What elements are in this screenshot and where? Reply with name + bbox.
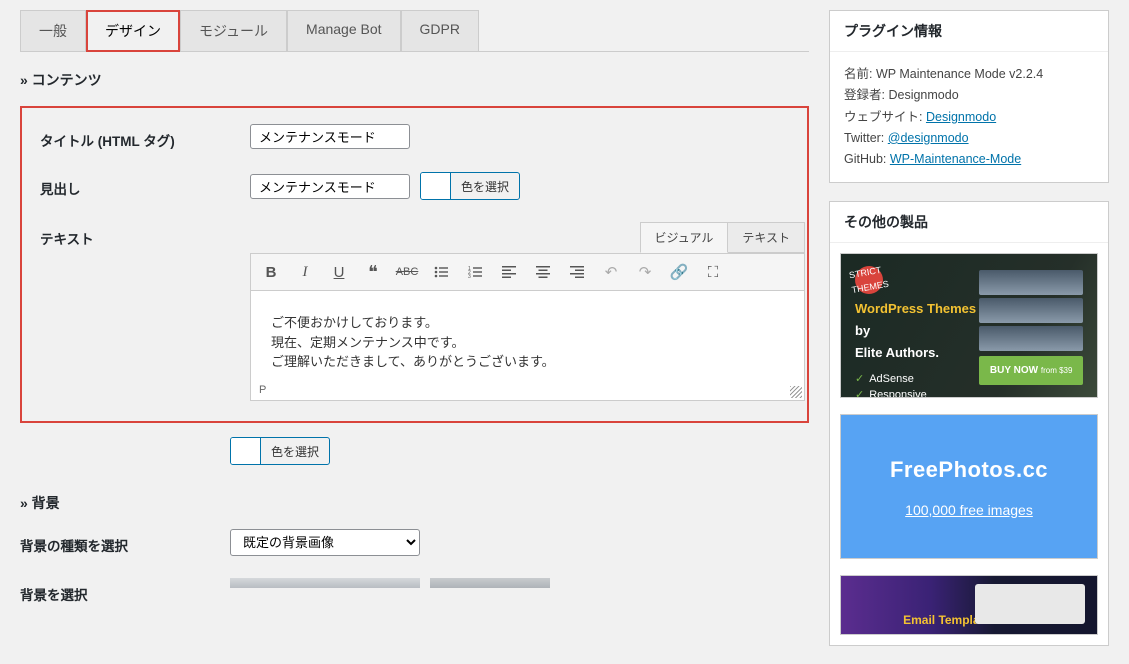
bg-thumbnail[interactable]	[230, 578, 420, 588]
bold-icon[interactable]: B	[261, 262, 281, 282]
tab-general[interactable]: 一般	[20, 10, 86, 51]
promo1-feature: Responsive	[855, 387, 979, 398]
undo-icon[interactable]: ↶	[601, 262, 621, 282]
editor-tab-text[interactable]: テキスト	[727, 222, 805, 253]
input-title-html[interactable]	[250, 124, 410, 149]
plugin-website-label: ウェブサイト:	[844, 110, 922, 124]
heading-color-button[interactable]: 色を選択	[420, 172, 520, 200]
number-list-icon[interactable]: 123	[465, 262, 485, 282]
align-right-icon[interactable]	[567, 262, 587, 282]
theme-thumbnail	[979, 326, 1083, 351]
promo1-feature: AdSense	[855, 371, 979, 388]
promo-email-builder[interactable]: Email Template Builder	[840, 575, 1098, 635]
tab-design[interactable]: デザイン	[86, 10, 180, 52]
editor-toolbar: B I U ❝ ABC 123 ↶ ↷ 🔗	[250, 253, 805, 291]
email-builder-title: Email Template Builder	[903, 610, 1035, 630]
color-swatch-icon	[231, 438, 261, 464]
input-heading[interactable]	[250, 174, 410, 199]
strikethrough-icon[interactable]: ABC	[397, 262, 417, 282]
other-products-title: その他の製品	[830, 202, 1108, 243]
plugin-author-label: 登録者:	[844, 88, 885, 102]
color-swatch-icon	[421, 173, 451, 199]
plugin-name-label: 名前:	[844, 67, 872, 81]
tab-manage-bot[interactable]: Manage Bot	[287, 10, 401, 51]
svg-text:3: 3	[468, 274, 471, 279]
label-title-html: タイトル (HTML タグ)	[40, 124, 250, 150]
tab-gdpr[interactable]: GDPR	[401, 10, 479, 51]
plugin-website-link[interactable]: Designmodo	[926, 110, 996, 124]
plugin-author-value: Designmodo	[888, 88, 958, 102]
section-contents-title: » コンテンツ	[20, 70, 809, 90]
promo-strict-themes[interactable]: STRICT THEMES WordPress Themes by Elite A…	[840, 253, 1098, 398]
tab-modules[interactable]: モジュール	[180, 10, 287, 51]
freephotos-title: FreePhotos.cc	[890, 451, 1048, 488]
label-bg-type: 背景の種類を選択	[20, 529, 230, 555]
editor-element-path: P	[259, 384, 266, 396]
buy-now-button[interactable]: BUY NOW from $39	[979, 356, 1083, 385]
editor-wrap: ビジュアル テキスト B I U ❝ ABC 123	[250, 222, 805, 401]
plugin-github-link[interactable]: WP-Maintenance-Mode	[890, 152, 1021, 166]
strict-themes-logo-icon: STRICT THEMES	[853, 264, 885, 296]
editor-tab-visual[interactable]: ビジュアル	[640, 222, 729, 253]
section-background-title: » 背景	[20, 493, 809, 513]
promo1-title-2: by	[855, 323, 870, 338]
plugin-info-card: プラグイン情報 名前: WP Maintenance Mode v2.2.4 登…	[829, 10, 1109, 183]
editor-body[interactable]: ご不便おかけしております。 現在、定期メンテナンス中です。 ご理解いただきまして…	[250, 291, 805, 401]
promo-freephotos[interactable]: FreePhotos.cc 100,000 free images	[840, 414, 1098, 559]
spacer	[20, 437, 230, 443]
promo1-title-3: Elite Authors.	[855, 345, 939, 360]
select-bg-type[interactable]: 既定の背景画像	[230, 529, 420, 556]
theme-thumbnail	[979, 298, 1083, 323]
link-icon[interactable]: 🔗	[669, 262, 689, 282]
content-box: タイトル (HTML タグ) 見出し 色を選択 テキスト	[20, 106, 809, 423]
plugin-name-value: WP Maintenance Mode v2.2.4	[876, 67, 1043, 81]
other-products-card: その他の製品 STRICT THEMES WordPress Themes by…	[829, 201, 1109, 646]
plugin-info-title: プラグイン情報	[830, 11, 1108, 52]
editor-content[interactable]: ご不便おかけしております。 現在、定期メンテナンス中です。 ご理解いただきまして…	[271, 313, 784, 372]
plugin-github-label: GitHub:	[844, 152, 886, 166]
plugin-twitter-link[interactable]: @designmodo	[888, 131, 969, 145]
bullet-list-icon[interactable]	[431, 262, 451, 282]
align-left-icon[interactable]	[499, 262, 519, 282]
color-button-label: 色を選択	[261, 438, 329, 464]
freephotos-sub: 100,000 free images	[905, 499, 1033, 523]
fullscreen-icon[interactable]: ⛶	[703, 262, 723, 282]
underline-icon[interactable]: U	[329, 262, 349, 282]
color-button-label: 色を選択	[451, 173, 519, 199]
label-heading: 見出し	[40, 172, 250, 198]
italic-icon[interactable]: I	[295, 262, 315, 282]
resize-handle-icon[interactable]	[790, 386, 802, 398]
plugin-twitter-label: Twitter:	[844, 131, 884, 145]
redo-icon[interactable]: ↷	[635, 262, 655, 282]
label-bg-select: 背景を選択	[20, 578, 230, 604]
promo1-title-1: WordPress Themes	[855, 301, 976, 316]
quote-icon[interactable]: ❝	[363, 262, 383, 282]
bg-thumbnail[interactable]	[430, 578, 550, 588]
text-color-button[interactable]: 色を選択	[230, 437, 330, 465]
tabs-bar: 一般 デザイン モジュール Manage Bot GDPR	[20, 10, 809, 52]
align-center-icon[interactable]	[533, 262, 553, 282]
theme-thumbnail	[979, 270, 1083, 295]
label-text: テキスト	[40, 222, 250, 248]
